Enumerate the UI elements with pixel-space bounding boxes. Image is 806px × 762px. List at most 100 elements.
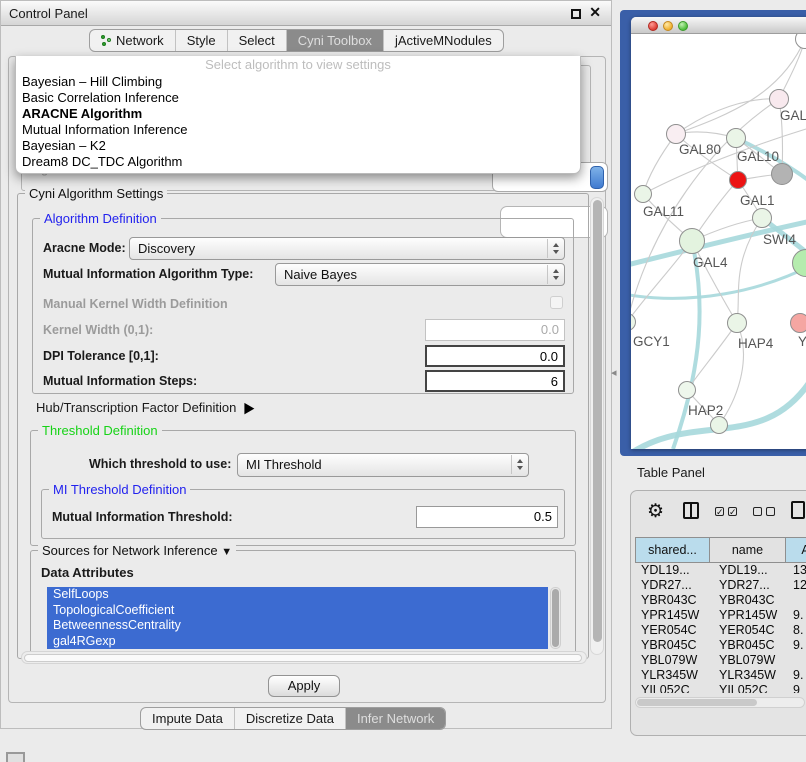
- algorithm-option-dream8-dc-tdc-algorithm[interactable]: Dream8 DC_TDC Algorithm: [16, 154, 580, 170]
- table-cell: 9: [787, 683, 806, 693]
- network-node-swi4[interactable]: [752, 208, 772, 228]
- algorithm-option-basic-correlation-inference[interactable]: Basic Correlation Inference: [16, 90, 580, 106]
- minimized-panel-icon[interactable]: [6, 752, 25, 762]
- control-panel-window: Control Panel ✕ NetworkStyleSelectCyni T…: [0, 0, 612, 729]
- attribute-item-topologicalcoefficient[interactable]: TopologicalCoefficient: [47, 603, 548, 619]
- table-row[interactable]: YBR045CYBR045C9.: [635, 638, 806, 653]
- table-row[interactable]: YBR043CYBR043C: [635, 593, 806, 608]
- network-node-y[interactable]: [790, 313, 806, 333]
- export-table-icon[interactable]: [791, 501, 805, 519]
- data-attributes-list[interactable]: SelfLoopsTopologicalCoefficientBetweenne…: [47, 587, 548, 649]
- algorithm-option-mutual-information-inference[interactable]: Mutual Information Inference: [16, 122, 580, 138]
- float-window-icon[interactable]: [571, 9, 581, 19]
- table-cell: YBR043C: [635, 593, 711, 608]
- deselect-all-checkbox-icon[interactable]: [753, 507, 762, 516]
- table-row[interactable]: YLR345WYLR345W9.: [635, 668, 806, 683]
- table-cell: 9.: [787, 668, 806, 683]
- network-window-titlebar[interactable]: [631, 17, 806, 34]
- table-row[interactable]: YPR145WYPR145W9.: [635, 608, 806, 623]
- tab-style[interactable]: Style: [175, 30, 227, 51]
- table-row[interactable]: YER054CYER054C8.: [635, 623, 806, 638]
- panel-collapse-icon[interactable]: ◂: [611, 366, 617, 379]
- attributes-scrollbar[interactable]: [550, 587, 561, 649]
- control-panel-title: Control Panel: [9, 6, 88, 21]
- dpi-tolerance-input[interactable]: 0.0: [425, 345, 565, 367]
- node-label: SWI4: [763, 232, 796, 247]
- table-cell: YER054C: [635, 623, 711, 638]
- manual-kernel-width-checkbox[interactable]: [550, 296, 563, 309]
- mi-steps-input[interactable]: 6: [425, 370, 565, 392]
- sources-group-title[interactable]: Sources for Network Inference ▼: [38, 543, 236, 558]
- hub-definition-expander[interactable]: Hub/Transcription Factor Definition▶: [36, 400, 254, 416]
- column-header-a[interactable]: A: [786, 537, 806, 563]
- apply-button[interactable]: Apply: [268, 675, 340, 697]
- network-node[interactable]: [710, 416, 728, 434]
- network-node-gal4[interactable]: [679, 228, 705, 254]
- aracne-mode-label: Aracne Mode:: [43, 241, 126, 255]
- network-node-gal80[interactable]: [666, 124, 686, 144]
- algorithm-option-bayesian-k2[interactable]: Bayesian – K2: [16, 138, 580, 154]
- network-node-gal11[interactable]: [634, 185, 652, 203]
- table-cell: YBR045C: [711, 638, 787, 653]
- network-view-frame: GALGAL80GAL10GAL1GAL11SWI4GAL4GCY1HAP4YH…: [620, 10, 806, 456]
- settings-horizontal-scrollbar[interactable]: [21, 651, 587, 664]
- mi-threshold-input[interactable]: 0.5: [416, 506, 558, 528]
- attribute-item-gal4rgexp[interactable]: gal4RGexp: [47, 634, 548, 650]
- close-icon[interactable]: ✕: [589, 4, 601, 21]
- tab-impute-data[interactable]: Impute Data: [141, 708, 234, 729]
- table-row[interactable]: YIL052CYIL052C9: [635, 683, 806, 693]
- manual-kernel-width-label: Manual Kernel Width Definition: [43, 297, 228, 311]
- table-cell: YDL19...: [635, 563, 711, 578]
- table-row[interactable]: YBL079WYBL079W: [635, 653, 806, 668]
- network-node-hap4[interactable]: [727, 313, 747, 333]
- algorithm-dropdown-placeholder: Select algorithm to view settings: [16, 56, 580, 74]
- threshold-definition-title: Threshold Definition: [38, 423, 162, 438]
- tab-network[interactable]: Network: [90, 30, 175, 51]
- aracne-mode-select[interactable]: Discovery: [129, 237, 565, 260]
- close-traffic-icon[interactable]: [648, 21, 658, 31]
- attribute-item-betweennesscentrality[interactable]: BetweennessCentrality: [47, 618, 548, 634]
- network-canvas[interactable]: GALGAL80GAL10GAL1GAL11SWI4GAL4GCY1HAP4YH…: [631, 34, 806, 449]
- table-panel-window: ⚙ ✓ ✓ shared...nameA YDL19...YDL19...13Y…: [630, 490, 806, 736]
- network-node-gal[interactable]: [769, 89, 789, 109]
- table-horizontal-scrollbar[interactable]: [635, 697, 805, 708]
- settings-vertical-scrollbar[interactable]: [590, 197, 604, 655]
- minimize-traffic-icon[interactable]: [663, 21, 673, 31]
- kernel-width-label: Kernel Width (0,1):: [43, 323, 153, 337]
- network-node[interactable]: [771, 163, 793, 185]
- mi-threshold-label: Mutual Information Threshold:: [52, 510, 233, 524]
- table-cell: YPR145W: [635, 608, 711, 623]
- column-header-name[interactable]: name: [710, 537, 786, 563]
- table-header-row: shared...nameA: [635, 537, 806, 563]
- tab-cyni-toolbox[interactable]: Cyni Toolbox: [286, 30, 383, 51]
- zoom-traffic-icon[interactable]: [678, 21, 688, 31]
- table-cell: YIL052C: [711, 683, 787, 693]
- mi-threshold-group-title: MI Threshold Definition: [49, 482, 190, 497]
- mi-algorithm-type-select[interactable]: Naive Bayes: [275, 263, 565, 286]
- network-node-hap2[interactable]: [678, 381, 696, 399]
- kernel-width-input[interactable]: 0.0: [425, 319, 565, 341]
- tab-jactivemnodules[interactable]: jActiveMNodules: [383, 30, 503, 51]
- table-row[interactable]: YDR27...YDR27...12: [635, 578, 806, 593]
- algorithm-option-aracne-algorithm[interactable]: ARACNE Algorithm: [16, 106, 580, 122]
- column-header-shared[interactable]: shared...: [635, 537, 710, 563]
- algorithm-dropdown-popup: Select algorithm to view settings Bayesi…: [15, 56, 581, 174]
- network-node-gal1[interactable]: [729, 171, 747, 189]
- attribute-item-selfloops[interactable]: SelfLoops: [47, 587, 548, 603]
- network-node-gal10[interactable]: [726, 128, 746, 148]
- node-label: Y: [798, 334, 806, 349]
- select-all-checkbox-icon[interactable]: ✓: [715, 507, 724, 516]
- tab-select[interactable]: Select: [227, 30, 286, 51]
- which-threshold-select[interactable]: MI Threshold: [237, 453, 529, 477]
- tab-discretize-data[interactable]: Discretize Data: [234, 708, 345, 729]
- control-panel-titlebar[interactable]: Control Panel ✕: [1, 1, 611, 26]
- table-rows[interactable]: YDL19...YDL19...13YDR27...YDR27...12YBR0…: [635, 563, 806, 693]
- tab-infer-network[interactable]: Infer Network: [345, 708, 445, 729]
- table-row[interactable]: YDL19...YDL19...13: [635, 563, 806, 578]
- collapse-arrow-icon: ▼: [221, 546, 232, 558]
- columns-icon[interactable]: [683, 502, 699, 519]
- algorithm-definition-title: Algorithm Definition: [40, 211, 161, 226]
- control-panel-tab-bar: NetworkStyleSelectCyni ToolboxjActiveMNo…: [89, 29, 504, 52]
- gear-icon[interactable]: ⚙: [647, 500, 664, 523]
- algorithm-option-bayesian-hill-climbing[interactable]: Bayesian – Hill Climbing: [16, 74, 580, 90]
